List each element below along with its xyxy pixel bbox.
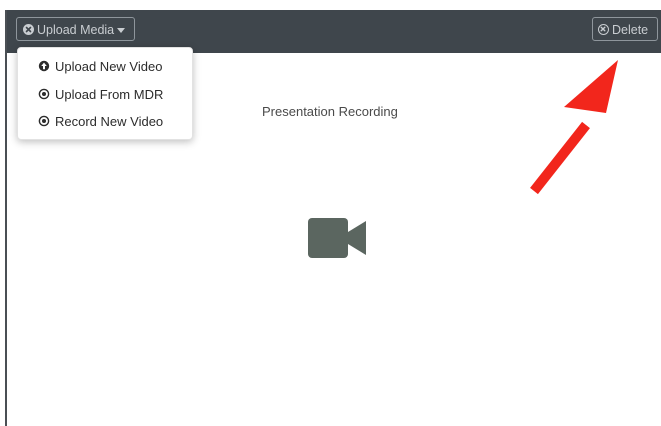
page-title: Presentation Recording bbox=[262, 104, 398, 119]
delete-button[interactable]: Delete bbox=[592, 17, 658, 41]
upload-media-dropdown: Upload New Video Upload From MDR Record … bbox=[17, 47, 193, 140]
video-camera-icon bbox=[308, 218, 368, 263]
delete-label: Delete bbox=[612, 23, 649, 37]
radio-dot-icon bbox=[38, 113, 50, 127]
circle-up-arrow-icon bbox=[38, 58, 50, 72]
close-circle-icon bbox=[598, 24, 609, 35]
upload-media-button[interactable]: Upload Media bbox=[16, 17, 135, 41]
menu-item-upload-from-mdr[interactable]: Upload From MDR bbox=[38, 85, 163, 105]
menu-item-label: Upload New Video bbox=[55, 59, 163, 74]
radio-dot-icon bbox=[38, 86, 50, 100]
panel-left-border bbox=[5, 10, 7, 426]
close-circle-icon bbox=[23, 24, 34, 35]
menu-item-label: Upload From MDR bbox=[55, 87, 164, 102]
upload-media-label: Upload Media bbox=[37, 23, 115, 37]
video-upload-panel: Upload Media Delete Upload New Video Upl… bbox=[0, 0, 661, 426]
caret-down-icon bbox=[117, 28, 126, 33]
red-arrow-annotation bbox=[520, 55, 640, 210]
menu-item-record-new-video[interactable]: Record New Video bbox=[38, 112, 163, 132]
menu-item-label: Record New Video bbox=[55, 114, 164, 129]
menu-item-upload-new-video[interactable]: Upload New Video bbox=[38, 57, 162, 77]
